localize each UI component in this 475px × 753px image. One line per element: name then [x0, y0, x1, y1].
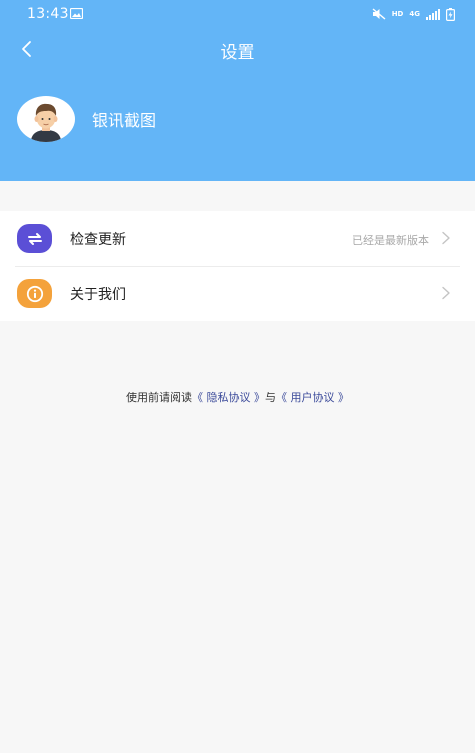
refresh-icon: [17, 224, 52, 253]
status-icons: HD 4G: [372, 6, 455, 22]
privacy-policy-link[interactable]: 《 隐私协议 》: [192, 391, 265, 404]
menu-item-label: 检查更新: [70, 232, 126, 248]
signal-icon: [426, 8, 440, 20]
gallery-icon: [70, 8, 83, 19]
avatar[interactable]: [17, 96, 75, 142]
menu-item-label: 关于我们: [70, 287, 126, 303]
header: 13:43 HD 4G 设置 银讯截图: [0, 0, 475, 181]
user-agreement-link[interactable]: 《 用户协议 》: [276, 391, 349, 404]
status-bar: 13:43 HD 4G: [0, 0, 475, 28]
menu-item-about-us[interactable]: 关于我们: [0, 266, 475, 321]
status-time: 13:43: [27, 6, 69, 22]
network-4g-badge: 4G: [409, 9, 420, 18]
page-title: 设置: [220, 43, 255, 63]
info-icon: [17, 279, 52, 308]
hd-badge: HD: [391, 10, 404, 18]
version-status: 已经是最新版本: [352, 234, 429, 247]
chevron-right-icon: [442, 286, 450, 300]
agreement-notice: 使用前请阅读《 隐私协议 》与《 用户协议 》: [0, 389, 475, 405]
chevron-right-icon: [442, 231, 450, 245]
profile-name: 银讯截图: [92, 111, 157, 130]
agreement-prefix: 使用前请阅读: [126, 391, 192, 404]
nav-bar: 设置: [0, 28, 475, 70]
profile: 银讯截图: [17, 96, 156, 142]
settings-menu: 检查更新 已经是最新版本 关于我们: [0, 211, 475, 321]
agreement-connector: 与: [265, 391, 276, 404]
user-avatar-icon: [31, 103, 61, 142]
menu-item-check-update[interactable]: 检查更新 已经是最新版本: [0, 211, 475, 266]
battery-icon: [446, 7, 455, 21]
mute-icon: [372, 8, 386, 20]
